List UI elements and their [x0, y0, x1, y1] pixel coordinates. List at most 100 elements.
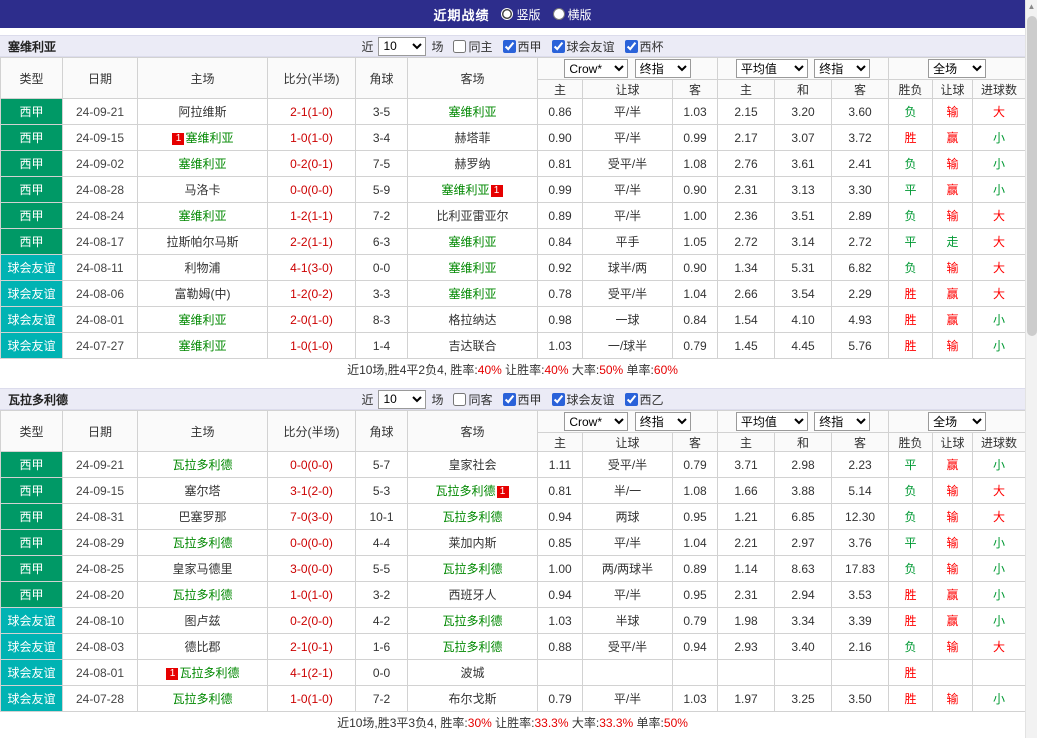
team-name[interactable]: 波城	[460, 666, 484, 680]
team-name[interactable]: 利物浦	[184, 261, 220, 275]
team-name[interactable]: 瓦拉多利德	[172, 536, 232, 550]
same-venue-checkbox[interactable]: 同客	[453, 391, 492, 408]
away-team-cell: 赫罗纳	[408, 151, 538, 177]
scroll-up-button[interactable]: ▲	[1026, 0, 1037, 14]
league-checkbox[interactable]: 西甲	[503, 391, 542, 408]
team-name[interactable]: 瓦拉多利德	[179, 666, 239, 680]
odds-provider-select[interactable]: Crow*	[564, 412, 628, 431]
team-name[interactable]: 瓦拉多利德	[172, 588, 232, 602]
scope-select[interactable]: 全场	[928, 59, 986, 78]
friendly-checkbox[interactable]: 球会友谊	[552, 391, 615, 408]
match-date: 24-09-02	[63, 151, 138, 177]
team-name[interactable]: 瓦拉多利德	[442, 562, 502, 576]
team-name[interactable]: 塞维利亚	[178, 339, 226, 353]
odds-stage-select[interactable]: 终指	[635, 412, 691, 431]
average-odds: 1.14	[718, 556, 775, 582]
scrollbar-thumb[interactable]	[1027, 16, 1037, 336]
friendly-checkbox-input[interactable]	[552, 393, 565, 406]
match-row: 西甲24-08-24塞维利亚1-2(1-1)7-2比利亚雷亚尔0.89平/半1.…	[1, 203, 1026, 229]
team-name[interactable]: 德比郡	[184, 640, 220, 654]
scope-select[interactable]: 全场	[928, 412, 986, 431]
team-name[interactable]: 皇家社会	[448, 458, 496, 472]
team-name[interactable]: 图卢兹	[184, 614, 220, 628]
same-venue-checkbox-input[interactable]	[453, 393, 466, 406]
team-name[interactable]: 塞维利亚	[441, 183, 489, 197]
team-name[interactable]: 富勒姆(中)	[175, 287, 231, 301]
result-flag: 小	[973, 452, 1026, 478]
team-name[interactable]: 拉斯帕尔马斯	[166, 235, 238, 249]
summary-segment: 50%	[664, 716, 688, 730]
team-name[interactable]: 塞维利亚	[448, 287, 496, 301]
friendly-checkbox[interactable]: 球会友谊	[552, 38, 615, 55]
corner-count: 8-3	[356, 307, 408, 333]
league-checkbox-input[interactable]	[503, 40, 516, 53]
vertical-scrollbar[interactable]: ▲	[1025, 0, 1037, 738]
team-name[interactable]: 皇家马德里	[172, 562, 232, 576]
vertical-layout-radio[interactable]: 竖版	[501, 6, 540, 23]
team-name[interactable]: 莱加内斯	[448, 536, 496, 550]
team-name[interactable]: 瓦拉多利德	[442, 510, 502, 524]
result-flag: 负	[889, 203, 933, 229]
same-venue-checkbox-input[interactable]	[453, 40, 466, 53]
avg-stage-select[interactable]: 终指	[814, 59, 870, 78]
match-score: 2-0(1-0)	[268, 307, 356, 333]
result-flag: 输	[933, 255, 973, 281]
avg-odds-select[interactable]: 平均值	[736, 412, 808, 431]
team-name[interactable]: 塞维利亚	[178, 209, 226, 223]
team-name[interactable]: 塞尔塔	[184, 484, 220, 498]
league-checkbox-input[interactable]	[503, 393, 516, 406]
competition-badge: 球会友谊	[1, 333, 63, 359]
team-name[interactable]: 吉达联合	[448, 339, 496, 353]
summary-line: 近10场,胜3平3负4, 胜率:30% 让胜率:33.3% 大率:33.3% 单…	[0, 712, 1025, 734]
team-name[interactable]: 瓦拉多利德	[442, 614, 502, 628]
team-name[interactable]: 赫塔菲	[454, 131, 490, 145]
avg-odds-select[interactable]: 平均值	[736, 59, 808, 78]
team-name[interactable]: 塞维利亚	[185, 131, 233, 145]
average-odds: 5.31	[775, 255, 832, 281]
col-header-goals-result: 进球数	[973, 433, 1026, 452]
league-checkbox[interactable]: 西甲	[503, 38, 542, 55]
odds-stage-select[interactable]: 终指	[635, 59, 691, 78]
team-name[interactable]: 塞维利亚	[178, 157, 226, 171]
competition-badge: 西甲	[1, 229, 63, 255]
recent-count-select[interactable]: 10	[378, 390, 426, 409]
friendly-checkbox-input[interactable]	[552, 40, 565, 53]
away-team-cell: 塞维利亚	[408, 255, 538, 281]
cup-checkbox-input[interactable]	[625, 40, 638, 53]
vertical-layout-radio-input[interactable]	[501, 8, 513, 20]
avg-stage-select[interactable]: 终指	[814, 412, 870, 431]
horizontal-layout-radio[interactable]: 横版	[553, 6, 592, 23]
team-name[interactable]: 塞维利亚	[178, 313, 226, 327]
match-date: 24-09-15	[63, 478, 138, 504]
recent-count-select[interactable]: 10	[378, 37, 426, 56]
team-name[interactable]: 西班牙人	[448, 588, 496, 602]
cup-checkbox[interactable]: 西杯	[625, 38, 664, 55]
team-name[interactable]: 塞维利亚	[448, 261, 496, 275]
same-venue-checkbox[interactable]: 同主	[453, 38, 492, 55]
team-name[interactable]: 塞维利亚	[448, 105, 496, 119]
team-name[interactable]: 格拉纳达	[448, 313, 496, 327]
horizontal-layout-radio-input[interactable]	[553, 8, 565, 20]
handicap-odds: 1.04	[673, 530, 718, 556]
team-name[interactable]: 赫罗纳	[454, 157, 490, 171]
match-row: 球会友谊24-08-11利物浦4-1(3-0)0-0塞维利亚0.92球半/两0.…	[1, 255, 1026, 281]
match-row: 西甲24-08-20瓦拉多利德1-0(1-0)3-2西班牙人0.94平/半0.9…	[1, 582, 1026, 608]
competition-badge: 球会友谊	[1, 634, 63, 660]
team-name[interactable]: 瓦拉多利德	[435, 484, 495, 498]
team-name[interactable]: 巴塞罗那	[178, 510, 226, 524]
match-score: 1-2(1-1)	[268, 203, 356, 229]
team-name[interactable]: 阿拉维斯	[178, 105, 226, 119]
team-name[interactable]: 瓦拉多利德	[442, 640, 502, 654]
competition-badge: 西甲	[1, 556, 63, 582]
team-name[interactable]: 塞维利亚	[448, 235, 496, 249]
team-name[interactable]: 瓦拉多利德	[172, 692, 232, 706]
division2-checkbox-input[interactable]	[625, 393, 638, 406]
team-name[interactable]: 马洛卡	[184, 183, 220, 197]
division2-checkbox[interactable]: 西乙	[625, 391, 664, 408]
team-name[interactable]: 比利亚雷亚尔	[436, 209, 508, 223]
team-name[interactable]: 瓦拉多利德	[172, 458, 232, 472]
home-team-cell: 塞维利亚	[138, 151, 268, 177]
odds-provider-select[interactable]: Crow*	[564, 59, 628, 78]
team-name[interactable]: 布尔戈斯	[448, 692, 496, 706]
average-odds: 2.15	[718, 99, 775, 125]
